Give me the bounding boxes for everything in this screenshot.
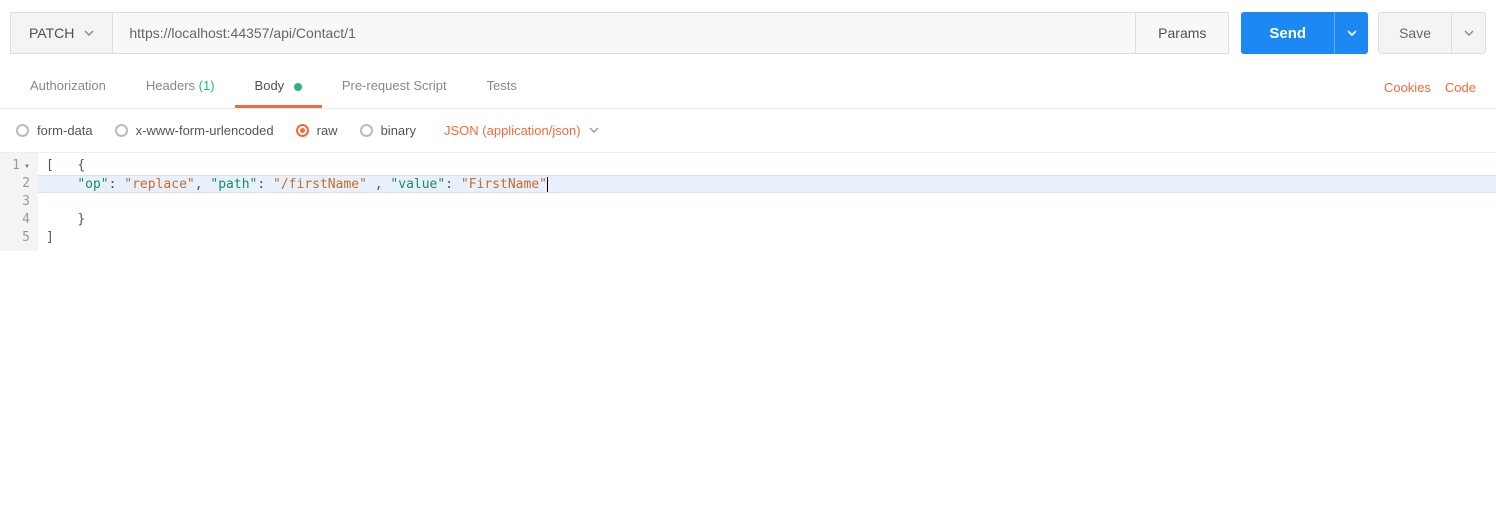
request-bar: PATCH Params Send Save: [0, 0, 1496, 66]
request-tabs: Authorization Headers (1) Body Pre-reque…: [0, 66, 1496, 109]
radio-icon: [16, 124, 29, 137]
save-dropdown-button[interactable]: [1452, 12, 1486, 54]
headers-count: (1): [199, 78, 215, 93]
radio-icon: [360, 124, 373, 137]
radio-icon: [115, 124, 128, 137]
body-type-selector: form-data x-www-form-urlencoded raw bina…: [0, 109, 1496, 153]
gutter-line: 4: [10, 211, 30, 229]
body-type-raw[interactable]: raw: [296, 123, 338, 138]
tab-body[interactable]: Body: [235, 66, 322, 108]
gutter-line: 2: [10, 175, 30, 193]
fold-icon[interactable]: ▾: [24, 161, 30, 172]
radio-selected-icon: [296, 124, 309, 137]
editor-code[interactable]: [ { "op": "replace", "path": "/firstName…: [38, 153, 1496, 251]
body-type-xwww[interactable]: x-www-form-urlencoded: [115, 123, 274, 138]
tab-headers[interactable]: Headers (1): [126, 66, 235, 108]
gutter-line: 3: [10, 193, 30, 211]
body-editor[interactable]: 1▾ 2 3 4 5 [ { "op": "replace", "path": …: [0, 153, 1496, 251]
caret-down-icon: [589, 123, 599, 138]
tab-tests[interactable]: Tests: [467, 66, 537, 108]
body-type-binary[interactable]: binary: [360, 123, 416, 138]
editor-gutter: 1▾ 2 3 4 5: [0, 153, 38, 251]
save-button[interactable]: Save: [1378, 12, 1452, 54]
tab-prerequest-script[interactable]: Pre-request Script: [322, 66, 467, 108]
send-dropdown-button[interactable]: [1334, 12, 1368, 54]
http-method-label: PATCH: [29, 25, 74, 41]
http-method-dropdown[interactable]: PATCH: [10, 12, 112, 54]
caret-down-icon: [84, 25, 94, 41]
tab-authorization[interactable]: Authorization: [10, 66, 126, 108]
gutter-line: 1▾: [10, 157, 30, 175]
body-type-formdata[interactable]: form-data: [16, 123, 93, 138]
code-link[interactable]: Code: [1445, 80, 1476, 95]
params-button[interactable]: Params: [1136, 12, 1229, 54]
code-line: ]: [38, 229, 1496, 247]
code-line: "op": "replace", "path": "/firstName" , …: [38, 175, 1496, 193]
request-url-input[interactable]: [112, 12, 1136, 54]
send-button[interactable]: Send: [1241, 12, 1334, 54]
code-line: [ {: [38, 157, 1496, 175]
code-line: [38, 193, 1496, 211]
text-cursor-icon: [547, 177, 548, 192]
body-modified-dot-icon: [294, 83, 302, 91]
content-type-dropdown[interactable]: JSON (application/json): [444, 123, 599, 138]
cookies-link[interactable]: Cookies: [1384, 80, 1431, 95]
code-line: }: [38, 211, 1496, 229]
gutter-line: 5: [10, 229, 30, 247]
